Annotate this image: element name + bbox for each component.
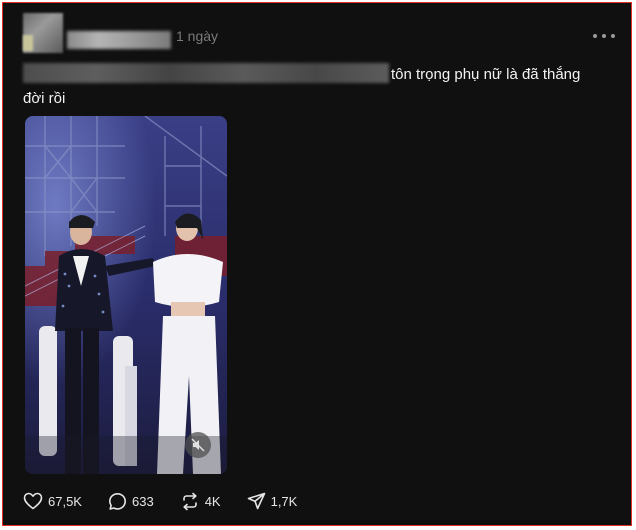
repost-icon: [182, 492, 197, 510]
share-count: 1,7K: [270, 493, 298, 509]
speech-bubble-icon: [108, 492, 126, 510]
repost-count: 4K: [204, 493, 221, 509]
avatar-detail: [23, 35, 33, 51]
more-icon-dot: [611, 34, 615, 38]
post-card: 1 ngày tôn trọng phụ nữ là đã thắng đời …: [9, 9, 629, 523]
repost-button[interactable]: 4K: [180, 492, 221, 511]
username-redacted[interactable]: [67, 31, 171, 49]
paper-plane-icon: [247, 492, 265, 510]
comment-button[interactable]: 633: [108, 492, 154, 511]
caption-redacted: [23, 63, 389, 83]
more-options-button[interactable]: [593, 28, 615, 44]
heart-icon: [23, 492, 43, 510]
like-button[interactable]: 67,5K: [23, 492, 82, 510]
comment-count: 633: [131, 493, 154, 509]
stage-scene: [25, 116, 227, 474]
more-icon-dot: [602, 34, 606, 38]
like-count: 67,5K: [48, 493, 82, 509]
post-actions: 67,5K 633 4K 1,7K: [23, 491, 323, 511]
mute-button[interactable]: [185, 432, 211, 458]
video-thumbnail[interactable]: [25, 116, 227, 474]
share-button[interactable]: 1,7K: [247, 492, 298, 510]
post-caption: tôn trọng phụ nữ là đã thắng đời rồi: [23, 63, 603, 111]
post-timestamp: 1 ngày: [176, 28, 219, 44]
more-icon-dot: [593, 34, 597, 38]
screenshot-frame: 1 ngày tôn trọng phụ nữ là đã thắng đời …: [2, 2, 632, 526]
speaker-muted-icon: [191, 438, 205, 452]
